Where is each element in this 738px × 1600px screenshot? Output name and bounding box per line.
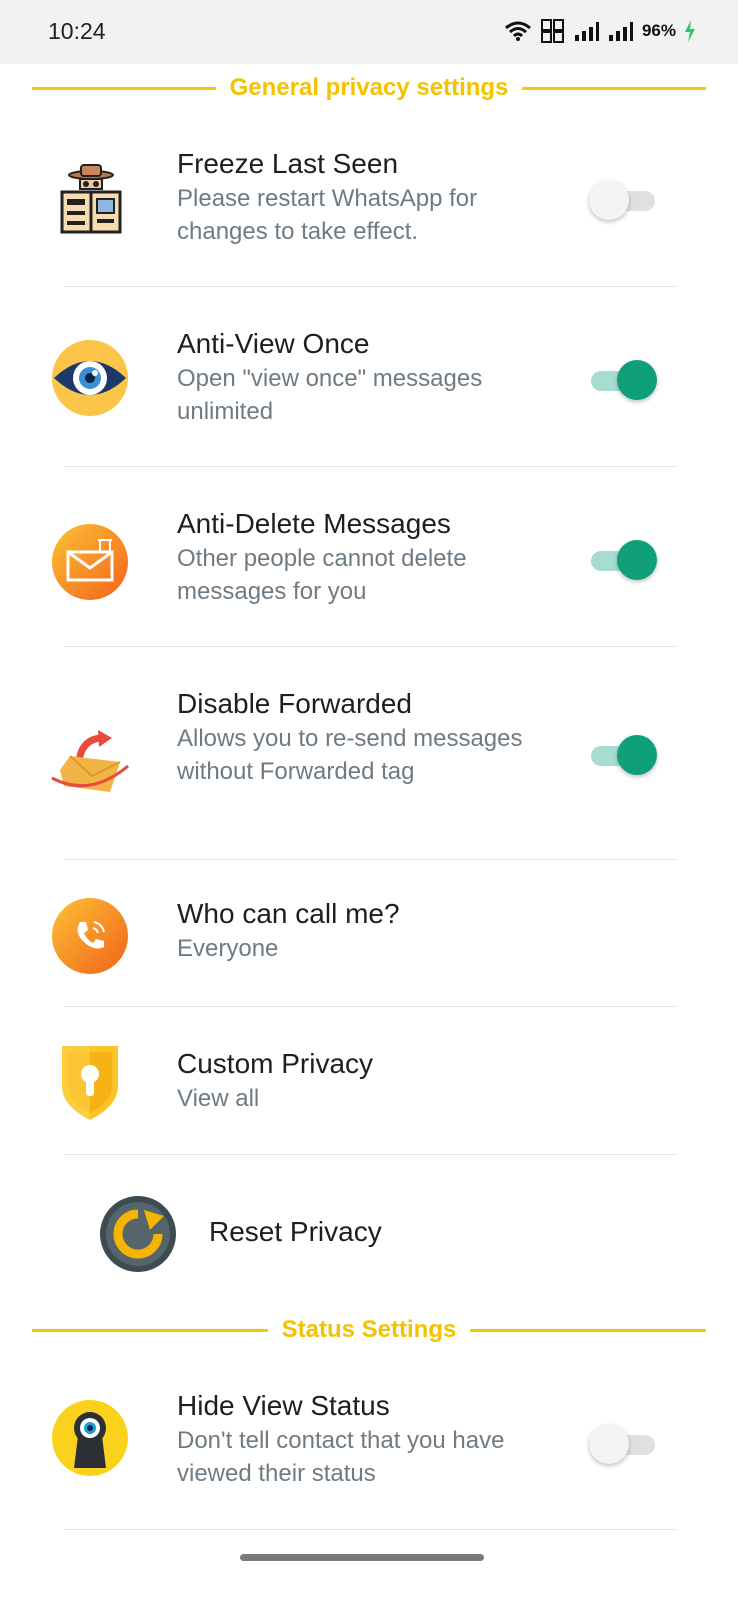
setting-text: Disable Forwarded Allows you to re-send … (177, 686, 567, 788)
setting-hide-view-status[interactable]: Hide View Status Don't tell contact that… (20, 1386, 718, 1526)
divider (64, 1529, 678, 1530)
status-time: 10:24 (48, 18, 106, 44)
setting-title: Custom Privacy (177, 1048, 374, 1079)
setting-subtitle: Open "view once" messages unlimited (177, 365, 483, 425)
setting-text: Anti-Delete Messages Other people cannot… (177, 506, 567, 608)
spy-newspaper-icon (60, 164, 122, 234)
envelope-trash-icon (52, 524, 128, 600)
setting-subtitle: Don't tell contact that you have viewed … (177, 1427, 505, 1487)
privacy-settings-panel: General privacy settings Freeze Last See… (20, 64, 718, 1600)
eye-icon (52, 340, 128, 416)
toggle-thumb (589, 180, 629, 220)
setting-title: Freeze Last Seen (177, 148, 399, 179)
setting-title: Disable Forwarded (177, 688, 412, 719)
toggle-thumb (617, 360, 657, 400)
shield-lock-icon (62, 1046, 118, 1120)
setting-disable-forwarded[interactable]: Disable Forwarded Allows you to re-send … (20, 684, 718, 854)
divider (64, 286, 678, 287)
setting-title: Who can call me? (177, 898, 400, 929)
setting-text: Who can call me? Everyone (177, 896, 567, 965)
setting-title: Anti-View Once (177, 328, 370, 359)
divider (64, 466, 678, 467)
wifi-icon (505, 21, 531, 41)
header-rule-right (522, 86, 707, 90)
setting-subtitle: Other people cannot delete messages for … (177, 545, 467, 605)
status-icons: 96% (504, 18, 696, 44)
section-title: General privacy settings (229, 74, 509, 101)
freeze-last-seen-toggle[interactable] (589, 180, 657, 220)
toggle-thumb (589, 1424, 629, 1464)
charging-icon (685, 20, 695, 42)
divider (64, 859, 678, 860)
setting-subtitle: Please restart WhatsApp for changes to t… (177, 185, 478, 245)
battery-percent: 96% (641, 21, 676, 40)
header-rule-left (32, 1328, 268, 1332)
toggle-thumb (617, 735, 657, 775)
setting-text: Hide View Status Don't tell contact that… (177, 1388, 567, 1490)
section-header-general: General privacy settings (32, 68, 707, 108)
reset-privacy-label: Reset Privacy (209, 1216, 382, 1247)
anti-view-once-toggle[interactable] (589, 360, 657, 400)
keyhole-eye-icon (52, 1400, 128, 1476)
hide-view-status-toggle[interactable] (589, 1424, 657, 1464)
volte-icon (540, 19, 564, 43)
signal-1-icon (574, 22, 599, 41)
status-bar: 10:24 96% (0, 0, 738, 64)
setting-freeze-last-seen[interactable]: Freeze Last Seen Please restart WhatsApp… (20, 144, 718, 284)
setting-text: Freeze Last Seen Please restart WhatsApp… (177, 146, 567, 248)
header-rule-left (32, 86, 216, 90)
setting-who-can-call-me[interactable]: Who can call me? Everyone (20, 894, 718, 1004)
setting-subtitle: View all (177, 1085, 260, 1112)
setting-anti-view-once[interactable]: Anti-View Once Open "view once" messages… (20, 324, 718, 464)
setting-anti-delete-messages[interactable]: Anti-Delete Messages Other people cannot… (20, 504, 718, 644)
setting-text: Custom Privacy View all (177, 1046, 567, 1115)
setting-title: Anti-Delete Messages (177, 508, 451, 539)
forward-envelope-icon (51, 730, 129, 792)
section-title: Status Settings (281, 1316, 457, 1343)
setting-subtitle: Allows you to re-send messages without F… (177, 725, 523, 785)
phone-call-icon (52, 898, 128, 974)
reset-privacy-button[interactable]: Reset Privacy (20, 1184, 718, 1284)
disable-forwarded-toggle[interactable] (589, 735, 657, 775)
anti-delete-messages-toggle[interactable] (589, 540, 657, 580)
setting-text: Anti-View Once Open "view once" messages… (177, 326, 567, 428)
signal-2-icon (608, 22, 633, 41)
home-indicator[interactable] (240, 1554, 484, 1561)
section-header-status: Status Settings (32, 1310, 707, 1350)
divider (64, 1154, 678, 1155)
setting-custom-privacy[interactable]: Custom Privacy View all (20, 1044, 718, 1154)
toggle-thumb (617, 540, 657, 580)
divider (64, 646, 678, 647)
divider (64, 1006, 678, 1007)
setting-title: Hide View Status (177, 1390, 390, 1421)
header-rule-right (470, 1328, 707, 1332)
setting-subtitle: Everyone (177, 935, 279, 962)
reset-icon (100, 1196, 176, 1272)
